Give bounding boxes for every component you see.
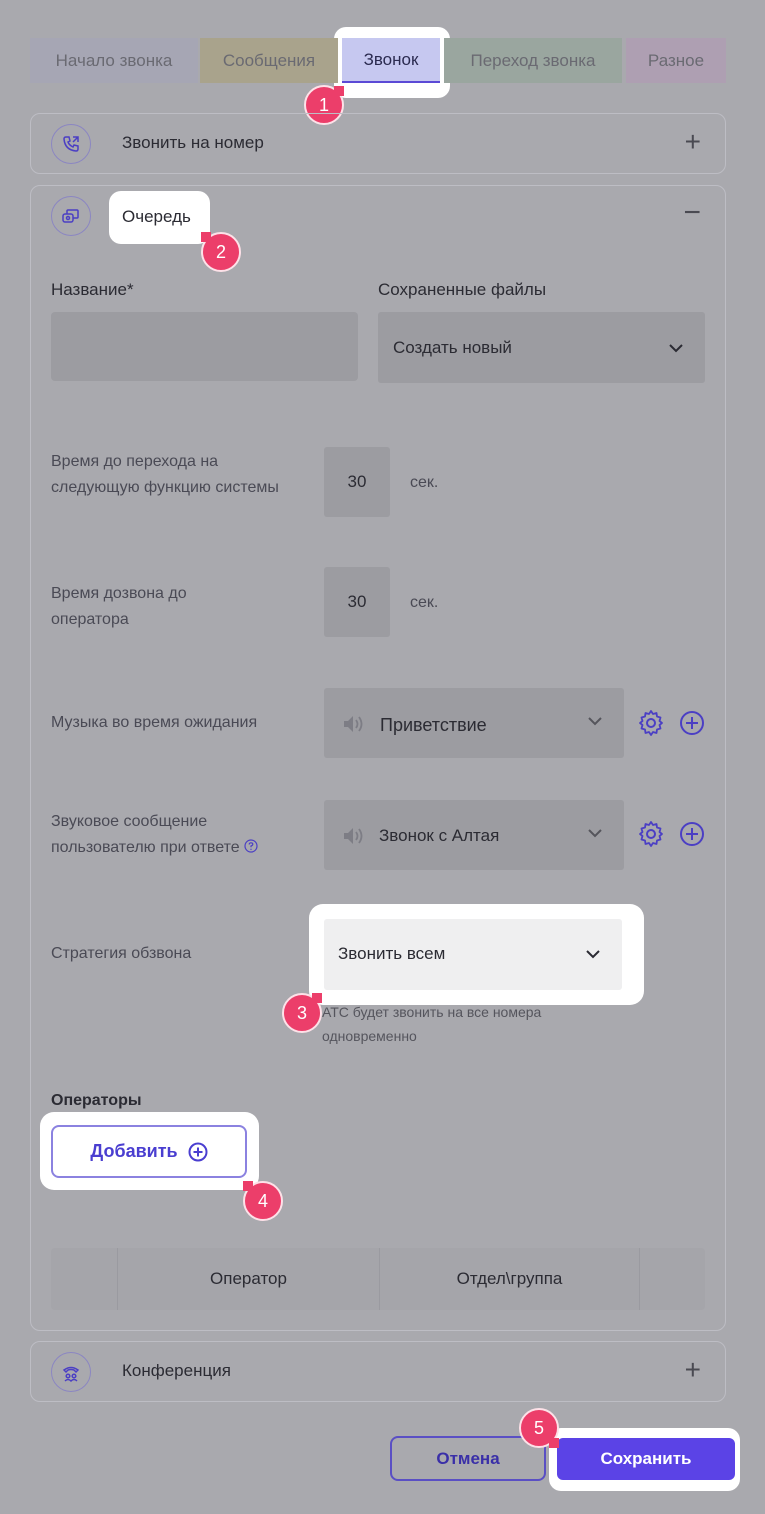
saved-files-value: Создать новый bbox=[393, 338, 512, 357]
unit-label: сек. bbox=[410, 594, 439, 611]
conference-icon bbox=[51, 1352, 91, 1392]
tab-call[interactable]: Звонок bbox=[342, 38, 440, 83]
strategy-select[interactable]: Звонить всем bbox=[324, 919, 622, 990]
badge-pointer bbox=[549, 1438, 559, 1448]
add-circle-icon[interactable] bbox=[679, 710, 705, 736]
strategy-label: Стратегия обзвона bbox=[51, 945, 192, 962]
saved-files-label: Сохраненные файлы bbox=[378, 280, 547, 299]
tab-messages[interactable]: Сообщения bbox=[200, 38, 338, 83]
tab-misc[interactable]: Разное bbox=[626, 38, 726, 83]
table-col-actions bbox=[639, 1248, 705, 1310]
gear-icon[interactable] bbox=[637, 709, 665, 737]
badge-pointer bbox=[334, 86, 344, 96]
card-title: Конференция bbox=[122, 1361, 231, 1380]
operator-ring-time-input[interactable]: 30 bbox=[324, 567, 390, 637]
table-col-department: Отдел\группа bbox=[379, 1248, 639, 1310]
collapse-icon[interactable]: − bbox=[683, 198, 701, 228]
tab-call-start[interactable]: Начало звонка bbox=[30, 38, 198, 83]
help-icon[interactable] bbox=[244, 839, 258, 853]
unit-label: сек. bbox=[410, 474, 439, 491]
saved-files-select[interactable]: Создать новый bbox=[378, 312, 705, 383]
answer-message-value: Звонок с Алтая bbox=[379, 826, 500, 845]
add-circle-icon[interactable] bbox=[679, 821, 705, 847]
chevron-down-icon bbox=[588, 829, 602, 838]
card-title: Звонить на номер bbox=[122, 133, 264, 152]
hold-music-label: Музыка во время ожидания bbox=[51, 714, 258, 731]
answer-message-select[interactable]: Звонок с Алтая bbox=[324, 800, 624, 870]
hold-music-value: Приветствие bbox=[380, 715, 487, 735]
next-function-time-label: Время до перехода на следующую функцию с… bbox=[51, 453, 279, 496]
operators-title: Операторы bbox=[51, 1092, 142, 1109]
chevron-down-icon bbox=[588, 717, 602, 726]
add-circle-icon bbox=[188, 1142, 208, 1161]
cancel-button[interactable]: Отмена bbox=[390, 1436, 546, 1481]
hold-music-select[interactable]: Приветствие bbox=[324, 688, 624, 758]
speaker-icon bbox=[344, 828, 363, 844]
gear-icon[interactable] bbox=[637, 820, 665, 848]
next-function-time-input[interactable]: 30 bbox=[324, 447, 390, 517]
strategy-hint: АТС будет звонить на все номера одноврем… bbox=[322, 1004, 542, 1044]
speaker-icon bbox=[344, 716, 363, 732]
table-col-select bbox=[51, 1248, 117, 1310]
tab-call-transfer[interactable]: Переход звонка bbox=[444, 38, 622, 83]
expand-icon[interactable]: + bbox=[685, 128, 701, 156]
badge-pointer bbox=[312, 993, 322, 1003]
operator-ring-time-label: Время дозвона до оператора bbox=[51, 585, 187, 628]
strategy-value: Звонить всем bbox=[338, 944, 446, 963]
card-call-number[interactable]: Звонить на номер + bbox=[30, 113, 726, 174]
chevron-down-icon bbox=[669, 344, 683, 353]
add-operator-button[interactable]: Добавить bbox=[51, 1125, 247, 1178]
badge-pointer bbox=[243, 1181, 253, 1191]
operators-table-header: Оператор Отдел\группа bbox=[51, 1248, 705, 1310]
chevron-down-icon bbox=[586, 950, 600, 959]
name-input[interactable] bbox=[51, 312, 358, 381]
badge-pointer bbox=[201, 232, 211, 242]
card-conference[interactable]: Конференция + bbox=[30, 1341, 726, 1402]
card-title-queue: Очередь bbox=[122, 207, 191, 226]
answer-message-label: Звуковое сообщение пользователю при отве… bbox=[51, 809, 291, 861]
expand-icon[interactable]: + bbox=[685, 1356, 701, 1384]
table-col-operator: Оператор bbox=[117, 1248, 379, 1310]
phone-forward-icon bbox=[51, 124, 91, 164]
name-label: Название* bbox=[51, 280, 134, 299]
save-button[interactable]: Сохранить bbox=[557, 1438, 735, 1480]
queue-icon bbox=[51, 196, 91, 236]
